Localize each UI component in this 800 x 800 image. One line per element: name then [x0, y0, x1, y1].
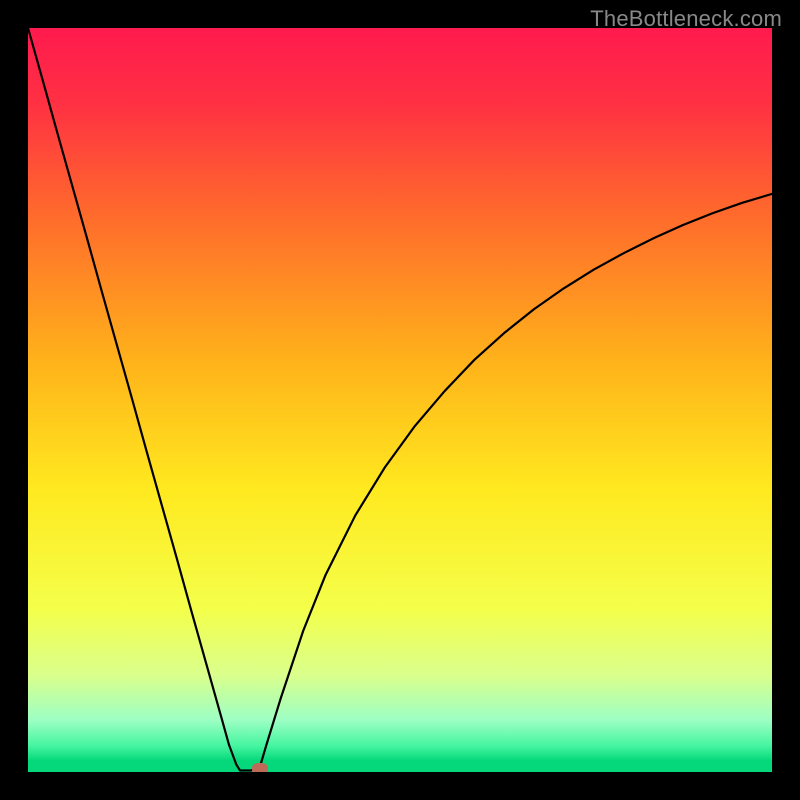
bottleneck-curve [28, 28, 772, 772]
watermark-text: TheBottleneck.com [590, 6, 782, 32]
plot-area [28, 28, 772, 772]
chart-frame: TheBottleneck.com [0, 0, 800, 800]
optimum-marker [252, 763, 268, 772]
